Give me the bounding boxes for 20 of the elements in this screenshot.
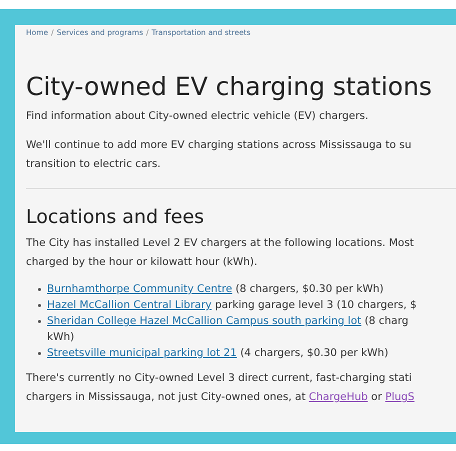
bullet-icon [38, 352, 41, 355]
location-item: Hazel McCallion Central Library parking garage level 3 (10 chargers, $ [47, 298, 417, 313]
page-title: City-owned EV charging stations [26, 72, 433, 102]
paragraph: We'll continue to add more EV charging stations across Mississauga to su transition to electric cars. [26, 138, 412, 172]
bullet-icon [38, 304, 41, 307]
location-item: Sheridan College Hazel McCallion Campus south parking lot (8 charg kWh) [47, 314, 408, 345]
location-link[interactable]: Burnhamthorpe Community Centre [47, 283, 232, 295]
location-link[interactable]: Hazel McCallion Central Library [47, 299, 212, 311]
location-link[interactable]: Sheridan College Hazel McCallion Campus south parking lot [47, 315, 362, 327]
location-item: Streetsville municipal parking lot 21 (4 chargers, $0.30 per kWh) [47, 346, 388, 361]
section-heading: Locations and fees [26, 205, 206, 229]
intro-text: Find information about City-owned electric vehicle (EV) chargers. [26, 109, 370, 124]
location-item: Burnhamthorpe Community Centre (8 chargers, $0.30 per kWh) [47, 282, 384, 297]
bullet-icon [38, 320, 41, 323]
note-paragraph: There's currently no City-owned Level 3 direct current, fast-charging stati chargers in Mississauga, not just City-owned ones, at ChargeHub or PlugS [26, 371, 416, 405]
external-link[interactable]: PlugS [385, 391, 414, 403]
paragraph: The City has installed Level 2 EV chargers at the following locations. Most charged by the hour or kilowatt hour (kWh). [26, 236, 415, 270]
bullet-icon [38, 288, 41, 291]
location-link[interactable]: Streetsville municipal parking lot 21 [47, 347, 237, 359]
external-link[interactable]: ChargeHub [308, 391, 368, 403]
